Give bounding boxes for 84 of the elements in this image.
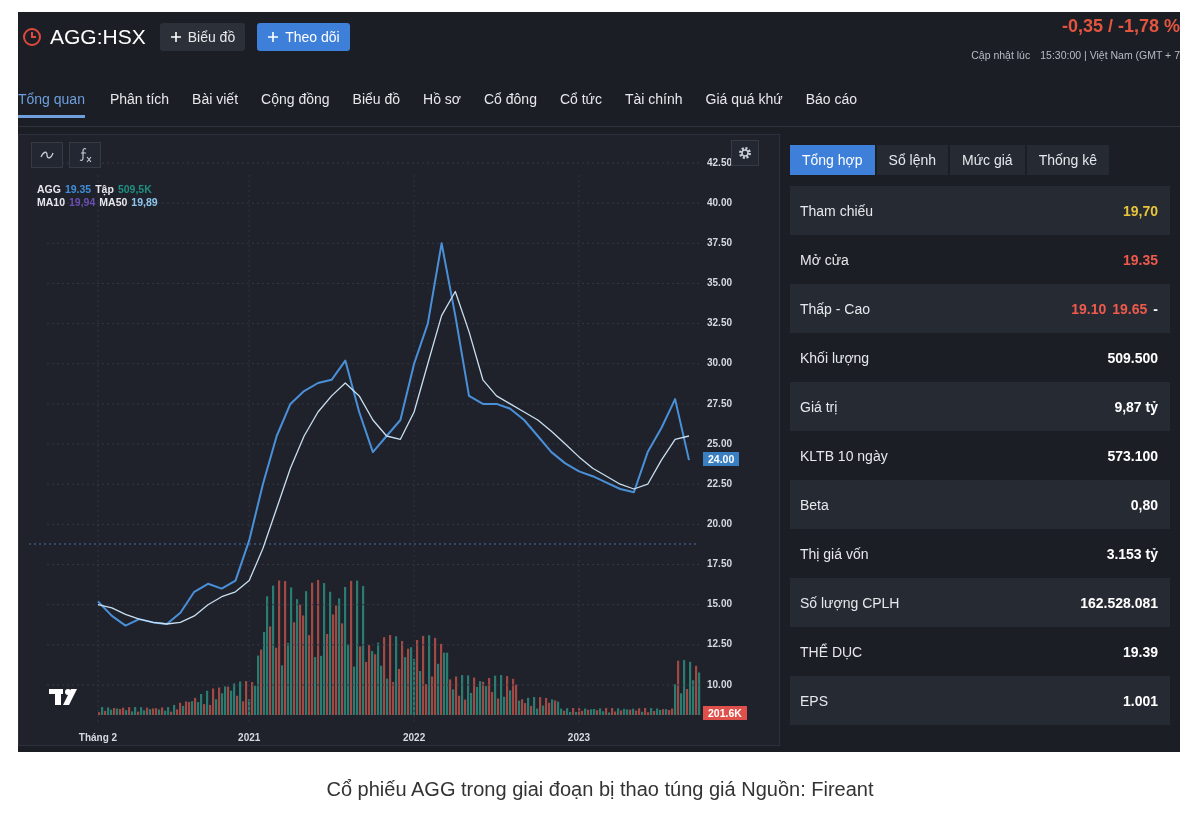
stat-value: - xyxy=(1153,300,1158,317)
nav-tab[interactable]: Cổ đông xyxy=(484,91,537,118)
stat-value: 9,87 tỷ xyxy=(1114,398,1158,415)
y-axis-label: 30.00 xyxy=(707,357,733,369)
y-axis-label: 40.00 xyxy=(707,196,733,208)
stat-label: Beta xyxy=(800,496,829,513)
line-style-button[interactable] xyxy=(31,142,63,168)
legend-label: Tập xyxy=(95,183,114,196)
x-axis-label: Tháng 2 xyxy=(78,732,118,743)
update-time: 15:30:00 | Việt Nam (GMT + 7 xyxy=(1040,49,1180,61)
stat-value: 19.35 xyxy=(1122,251,1158,268)
nav-tab[interactable]: Hồ sơ xyxy=(423,91,461,118)
price-tag: 24.00 xyxy=(703,452,740,467)
y-axis-label: 27.50 xyxy=(707,397,733,409)
stat-value: 0,80 xyxy=(1130,496,1158,513)
stat-value: 3.153 tỷ xyxy=(1106,545,1158,562)
plus-icon xyxy=(267,30,280,43)
legend-label: MA10 xyxy=(37,196,65,209)
x-axis-label: 2023 xyxy=(567,732,591,743)
legend-label: AGG xyxy=(37,183,61,196)
nav-tab[interactable]: Tài chính xyxy=(625,91,683,118)
update-label: Cập nhật lúc xyxy=(971,49,1031,61)
legend-label: MA50 xyxy=(99,196,128,209)
plus-icon xyxy=(169,30,182,43)
chart-button[interactable]: Biểu đồ xyxy=(159,22,246,51)
stock-symbol: AGG:HSX xyxy=(50,24,146,49)
legend-value: 19.35 xyxy=(64,183,92,196)
stat-value: 19.10 xyxy=(1071,300,1107,317)
panel-tab[interactable]: Sổ lệnh xyxy=(876,145,949,175)
stat-label: Khối lượng xyxy=(800,349,870,366)
nav-tab[interactable]: Tổng quan xyxy=(18,91,85,118)
stat-label: KLTB 10 ngày xyxy=(800,447,888,464)
nav-tab[interactable]: Báo cáo xyxy=(805,91,858,118)
legend-value: 509,5K xyxy=(117,183,152,196)
panel-tab[interactable]: Tổng hợp xyxy=(790,145,875,175)
stat-value: 19.65 xyxy=(1112,300,1148,317)
nav-tab[interactable]: Bài viết xyxy=(192,91,239,118)
follow-button[interactable]: Theo dõi xyxy=(257,22,350,51)
clock-icon xyxy=(22,26,42,47)
price-change: -0,35 / -1,78 % xyxy=(1061,16,1180,37)
legend-value: 19,94 xyxy=(69,196,96,209)
stat-label: THỂ DỤC xyxy=(800,643,863,660)
y-axis-label: 17.50 xyxy=(707,558,733,570)
x-axis-label: 2021 xyxy=(238,732,261,743)
settings-button[interactable] xyxy=(731,140,759,166)
volume-tag: 201.6K xyxy=(703,706,747,720)
stat-value: 19,70 xyxy=(1122,202,1158,219)
settings-icon xyxy=(737,145,753,161)
logo-icon xyxy=(49,689,77,705)
y-axis-label: 37.50 xyxy=(707,236,733,248)
y-axis-label: 42.50 xyxy=(707,156,733,168)
nav-tab[interactable]: Giá quá khứ xyxy=(705,91,783,118)
stat-label: Số lượng CPLH xyxy=(800,594,900,611)
image-caption: Cổ phiếu AGG trong giai đoạn bị thao túng giá Nguồn: Fireant xyxy=(325,778,875,801)
y-axis-label: 25.00 xyxy=(707,437,733,449)
stat-label: EPS xyxy=(800,692,828,709)
indicator-button[interactable] xyxy=(69,142,101,168)
y-axis-label: 10.00 xyxy=(707,678,733,690)
nav-tab[interactable]: Phân tích xyxy=(109,91,170,118)
stat-label: Thấp - Cao xyxy=(800,300,871,317)
stat-label: Thị giá vốn xyxy=(800,545,869,562)
y-axis-label: 35.00 xyxy=(707,277,733,289)
y-axis-label: 15.00 xyxy=(707,598,733,610)
y-axis-label: 20.00 xyxy=(707,518,733,530)
y-axis-label: 22.50 xyxy=(707,477,733,489)
nav-tab[interactable]: Cộng đồng xyxy=(261,91,330,118)
legend-value: 19,89 xyxy=(131,196,158,209)
stat-value: 573.100 xyxy=(1107,447,1158,464)
nav-tab[interactable]: Biểu đồ xyxy=(352,91,401,118)
stat-label: Tham chiếu xyxy=(800,202,874,219)
nav-tab[interactable]: Cổ tức xyxy=(559,91,602,118)
stat-label: Giá trị xyxy=(800,398,838,415)
stat-value: 162.528.081 xyxy=(1080,594,1158,611)
stat-value: 19.39 xyxy=(1122,643,1158,660)
x-axis-label: 2022 xyxy=(402,732,426,743)
function-icon xyxy=(78,147,92,163)
panel-tab[interactable]: Thống kê xyxy=(1026,145,1110,175)
y-axis-label: 32.50 xyxy=(707,317,733,329)
stat-label: Mở cửa xyxy=(800,251,849,268)
stat-value: 1.001 xyxy=(1122,692,1158,709)
panel-tab[interactable]: Mức giá xyxy=(950,145,1025,175)
stat-value: 509.500 xyxy=(1107,349,1158,366)
y-axis-label: 12.50 xyxy=(707,638,733,650)
wave-icon xyxy=(40,151,54,159)
